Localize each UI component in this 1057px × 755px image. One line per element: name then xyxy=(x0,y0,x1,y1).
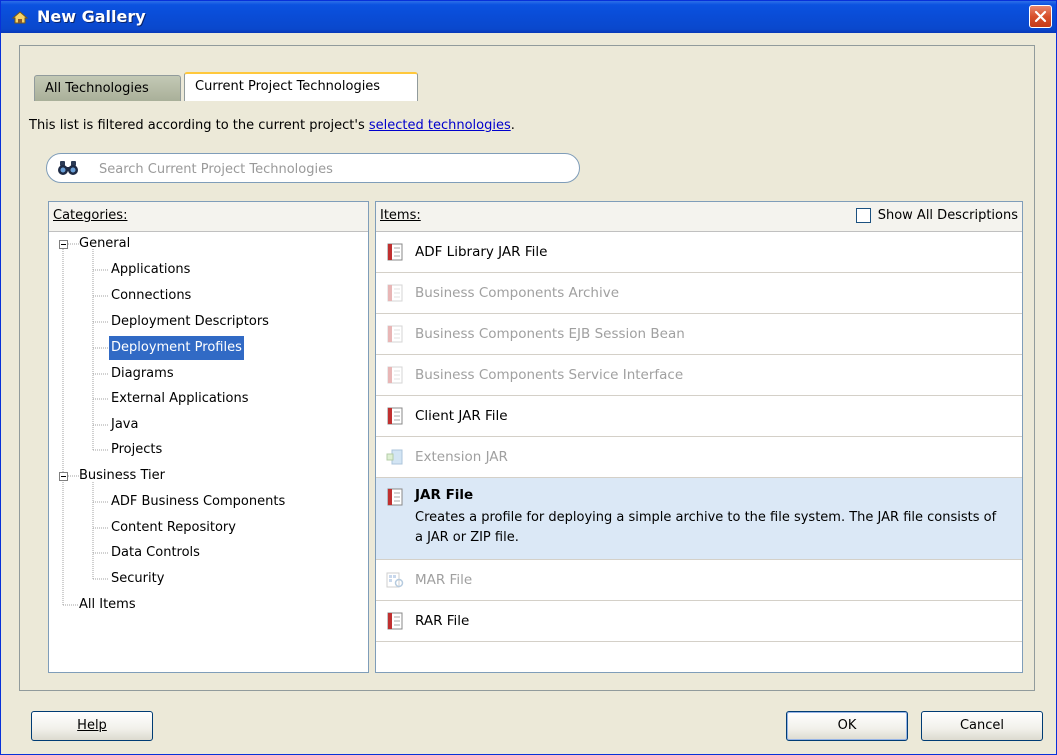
filter-suffix: . xyxy=(510,118,515,133)
ok-button-label: OK xyxy=(837,718,857,733)
general-collapse-toggle[interactable] xyxy=(59,240,68,249)
jar-file-icon xyxy=(387,243,403,261)
search-input[interactable] xyxy=(97,158,571,180)
search-box xyxy=(46,153,580,183)
items-panel: Items: Show All Descriptions ADF Library… xyxy=(375,201,1023,673)
list-item-mar-file[interactable]: MAR File xyxy=(376,560,1022,601)
tab-all-technologies[interactable]: All Technologies xyxy=(34,75,181,101)
filter-notice: This list is filtered according to the c… xyxy=(29,118,515,133)
cancel-button-label: Cancel xyxy=(959,718,1005,733)
list-item-adf-library-jar[interactable]: ADF Library JAR File xyxy=(376,232,1022,273)
list-item-jar-file[interactable]: JAR File Creates a profile for deploying… xyxy=(376,478,1022,560)
list-item-client-jar-file[interactable]: Client JAR File xyxy=(376,396,1022,437)
help-button-label: Help xyxy=(77,718,107,733)
selected-technologies-link[interactable]: selected technologies xyxy=(369,118,511,133)
window-title: New Gallery xyxy=(37,7,146,26)
list-item-business-components-ejb-session-bean[interactable]: Business Components EJB Session Bean xyxy=(376,314,1022,355)
categories-panel: Categories: General Applications Connect… xyxy=(48,201,369,673)
items-header-label: Items: xyxy=(380,208,421,223)
plugin-icon xyxy=(386,449,403,465)
show-all-descriptions-checkbox[interactable] xyxy=(855,208,871,223)
help-button[interactable]: Help xyxy=(31,711,153,741)
cancel-button[interactable]: Cancel xyxy=(921,711,1043,741)
categories-header-label: Categories: xyxy=(53,208,128,223)
show-all-descriptions-label: Show All Descriptions xyxy=(877,208,1018,223)
close-icon xyxy=(1034,10,1047,23)
filter-text: This list is filtered according to the c… xyxy=(29,118,369,133)
new-gallery-dialog: New Gallery All Technologies Current Pro… xyxy=(0,0,1057,755)
business-tier-collapse-toggle[interactable] xyxy=(59,472,68,481)
gallery-app-icon xyxy=(11,11,29,24)
jar-file-icon xyxy=(387,407,403,425)
list-item-business-components-service-interface[interactable]: Business Components Service Interface xyxy=(376,355,1022,396)
mar-file-icon xyxy=(386,572,404,588)
categories-header: Categories: xyxy=(49,202,368,232)
title-bar[interactable]: New Gallery xyxy=(1,1,1056,33)
jar-file-icon xyxy=(387,284,403,302)
items-header: Items: Show All Descriptions xyxy=(376,202,1022,232)
close-button[interactable] xyxy=(1029,5,1052,28)
jar-file-icon xyxy=(387,325,403,343)
list-item-rar-file[interactable]: RAR File xyxy=(376,601,1022,642)
binoculars-icon xyxy=(58,161,78,175)
list-item-business-components-archive[interactable]: Business Components Archive xyxy=(376,273,1022,314)
show-all-descriptions[interactable]: Show All Descriptions xyxy=(855,208,1018,223)
ok-button[interactable]: OK xyxy=(786,711,908,741)
tab-current-project-technologies[interactable]: Current Project Technologies xyxy=(184,72,418,101)
jar-file-icon xyxy=(387,366,403,384)
jar-file-description: Creates a profile for deploying a simple… xyxy=(415,510,997,545)
jar-file-icon xyxy=(387,612,403,630)
jar-file-icon xyxy=(387,488,403,506)
list-item-extension-jar[interactable]: Extension JAR xyxy=(376,437,1022,478)
